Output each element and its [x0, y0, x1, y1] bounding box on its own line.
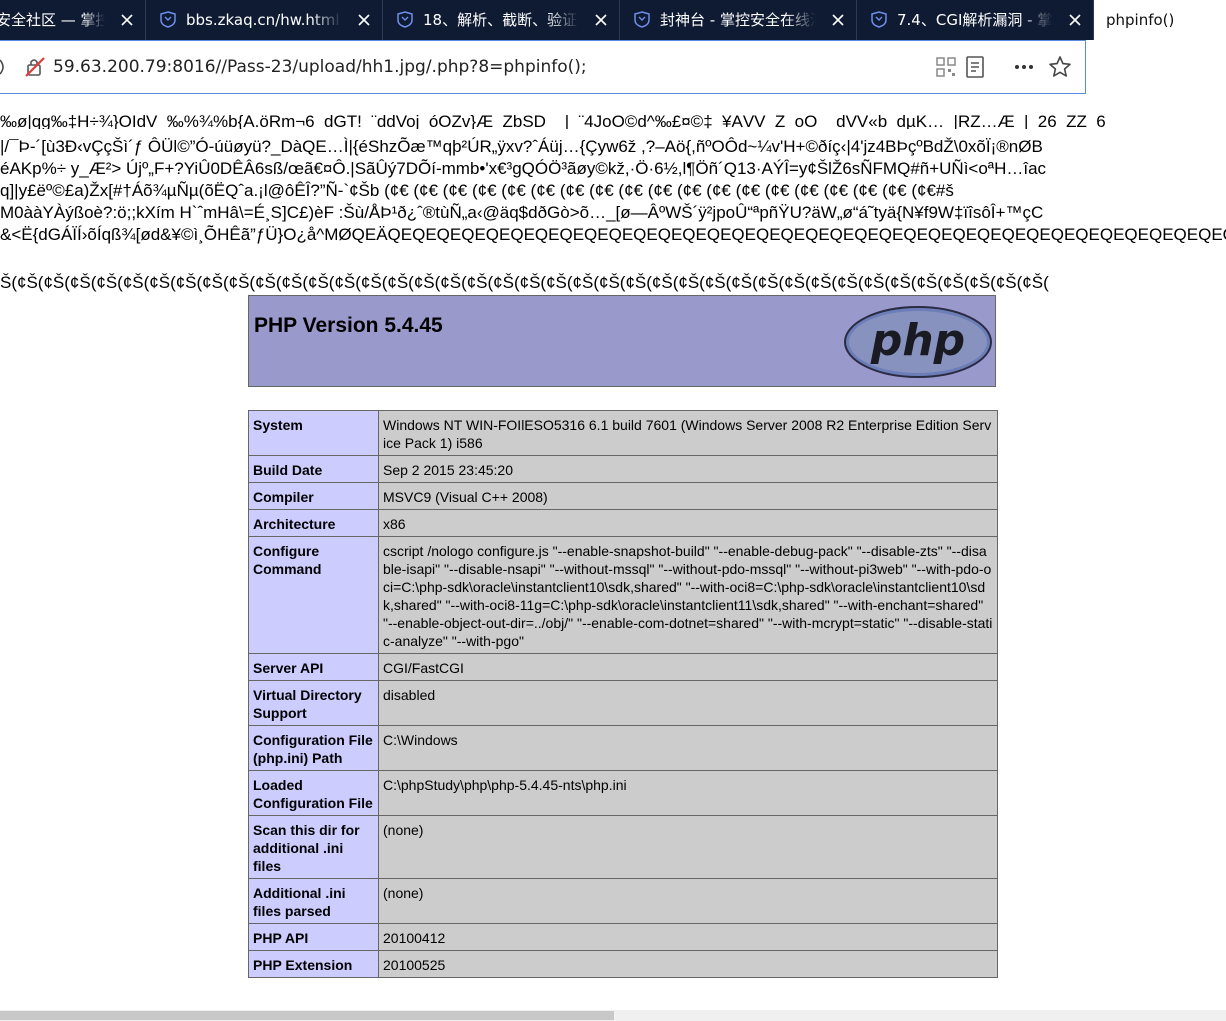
tab-title: 安全社区 — 掌控安全	[0, 11, 105, 29]
row-key: Virtual Directory Support	[248, 680, 379, 726]
tab-fengshentai[interactable]: 封神台 - 掌控安全在线演练靶场	[620, 0, 857, 40]
php-logo: php	[844, 306, 992, 378]
row-value: C:\phpStudy\php\php-5.4.45-nts\php.ini	[378, 770, 998, 816]
row-value: 20100525	[378, 950, 998, 978]
row-key: Build Date	[248, 455, 379, 483]
garbage-text-line: q]|y£ëº©£a)Žx[#†Áõ¾µÑµ(õËQˆa.¡l@ôÊÎ?”Ñ-`…	[0, 181, 954, 200]
back-arrow-fragment-icon[interactable]	[0, 58, 6, 76]
row-key: Scan this dir for additional .ini files	[248, 815, 379, 879]
horizontal-scrollbar-thumb[interactable]	[0, 1011, 614, 1020]
table-row: PHP API 20100412	[248, 923, 998, 951]
table-row: System Windows NT WIN-FOIlESO5316 6.1 bu…	[248, 410, 998, 456]
row-value: C:\Windows	[378, 725, 998, 771]
row-value: CGI/FastCGI	[378, 653, 998, 681]
address-bar[interactable]: 59.63.200.79:8016//Pass-23/upload/hh1.jp…	[0, 40, 1086, 94]
close-icon[interactable]	[356, 12, 372, 28]
tab-title: 封神台 - 掌控安全在线演练靶场	[660, 11, 816, 29]
table-row: Additional .ini files parsed (none)	[248, 878, 998, 924]
shield-icon	[871, 11, 887, 28]
table-row: Scan this dir for additional .ini files …	[248, 815, 998, 879]
tab-security-community[interactable]: 安全社区 — 掌控安全	[0, 0, 146, 40]
close-icon[interactable]	[830, 12, 846, 28]
row-key: System	[248, 410, 379, 456]
close-icon[interactable]	[1067, 12, 1083, 28]
tab-cgi-vuln[interactable]: 7.4、CGI解析漏洞 - 掌控安全	[857, 0, 1094, 40]
garbage-text-line: Š(¢Š(¢Š(¢Š(¢Š(¢Š(¢Š(¢Š(¢Š(¢Š(¢Š(¢Š(¢Š(¢Š…	[0, 273, 1049, 292]
garbage-text-line: M0ààYÀýßoè?:ö;;kXím H`ˆmHâ\=É¸S]C£)èF :Š…	[0, 203, 1044, 222]
row-value: disabled	[378, 680, 998, 726]
row-value: Sep 2 2015 23:45:20	[378, 455, 998, 483]
table-row: Build Date Sep 2 2015 23:45:20	[248, 455, 998, 483]
garbage-text-line: éAKp%÷ y_Æ²> Újº„F+?YiÛ0DÊÂ6sß/œã€¤Ô.|Sã…	[0, 159, 1047, 178]
tab-title: bbs.zkaq.cn/hw.html	[186, 11, 340, 29]
row-key: Additional .ini files parsed	[248, 878, 379, 924]
php-version-title: PHP Version 5.4.45	[254, 314, 443, 337]
row-value: cscript /nologo configure.js "--enable-s…	[378, 536, 998, 654]
row-key: Configure Command	[248, 536, 379, 654]
table-row: PHP Extension 20100525	[248, 950, 998, 978]
table-row: Loaded Configuration File C:\phpStudy\ph…	[248, 770, 998, 816]
phpinfo-header: PHP Version 5.4.45 php	[248, 295, 996, 387]
row-value: MSVC9 (Visual C++ 2008)	[378, 482, 998, 510]
row-key: Compiler	[248, 482, 379, 510]
tab-parse-truncate[interactable]: 18、解析、截断、验证、绕过	[383, 0, 620, 40]
php-logo-text: php	[870, 315, 965, 366]
row-key: Architecture	[248, 509, 379, 537]
garbage-text-line: |/¯Þ-´[ù3Ð‹vÇçŠì´ƒ ÔÜl©”Ó-úüøyü?_DàQE…Ì|…	[0, 137, 1043, 156]
shield-icon	[160, 11, 176, 28]
row-value: (none)	[378, 878, 998, 924]
table-row: Configuration File (php.ini) Path C:\Win…	[248, 725, 998, 771]
row-value: Windows NT WIN-FOIlESO5316 6.1 build 760…	[378, 410, 998, 456]
insecure-connection-icon[interactable]	[24, 56, 46, 78]
row-key: PHP API	[248, 923, 379, 951]
qr-code-icon[interactable]	[935, 56, 957, 78]
phpinfo-table: System Windows NT WIN-FOIlESO5316 6.1 bu…	[248, 410, 998, 978]
shield-icon	[397, 11, 413, 28]
row-key: Configuration File (php.ini) Path	[248, 725, 379, 771]
tab-title: phpinfo()	[1106, 11, 1175, 29]
tab-title: 7.4、CGI解析漏洞 - 掌控安全	[897, 11, 1053, 29]
tab-title: 18、解析、截断、验证、绕过	[423, 11, 579, 29]
tab-phpinfo[interactable]: phpinfo()	[1094, 0, 1226, 40]
table-row: Server API CGI/FastCGI	[248, 653, 998, 681]
close-icon[interactable]	[119, 12, 135, 28]
bookmark-star-icon[interactable]	[1048, 55, 1072, 79]
close-icon[interactable]	[593, 12, 609, 28]
url-text[interactable]: 59.63.200.79:8016//Pass-23/upload/hh1.jp…	[53, 41, 587, 93]
tab-bbs-hw[interactable]: bbs.zkaq.cn/hw.html	[146, 0, 383, 40]
row-value: (none)	[378, 815, 998, 879]
table-row: Virtual Directory Support disabled	[248, 680, 998, 726]
row-key: Loaded Configuration File	[248, 770, 379, 816]
row-value: 20100412	[378, 923, 998, 951]
tab-strip: 安全社区 — 掌控安全 bbs.zkaq.cn/hw.html 18、解析、截断…	[0, 0, 1226, 40]
shield-icon	[634, 11, 650, 28]
reader-mode-icon[interactable]	[964, 55, 986, 79]
more-options-icon[interactable]	[1013, 56, 1035, 78]
row-key: Server API	[248, 653, 379, 681]
table-row: Compiler MSVC9 (Visual C++ 2008)	[248, 482, 998, 510]
garbage-text-line: &<Ë{dGÁÏÍ›õÍqß¾[ød&¥©ì¸ÕHÊã”ƒÜ}O¿å^MØQEÄ…	[0, 225, 1226, 244]
row-value: x86	[378, 509, 998, 537]
garbage-text-line: ‰ø|qg‰‡H÷¾}ÒIdV¯‰%¾%b{Á.öRm¬6¯dGT!¯¨ddVo…	[0, 115, 1106, 129]
row-key: PHP Extension	[248, 950, 379, 978]
table-row: Configure Command cscript /nologo config…	[248, 536, 998, 654]
table-row: Architecture x86	[248, 509, 998, 537]
